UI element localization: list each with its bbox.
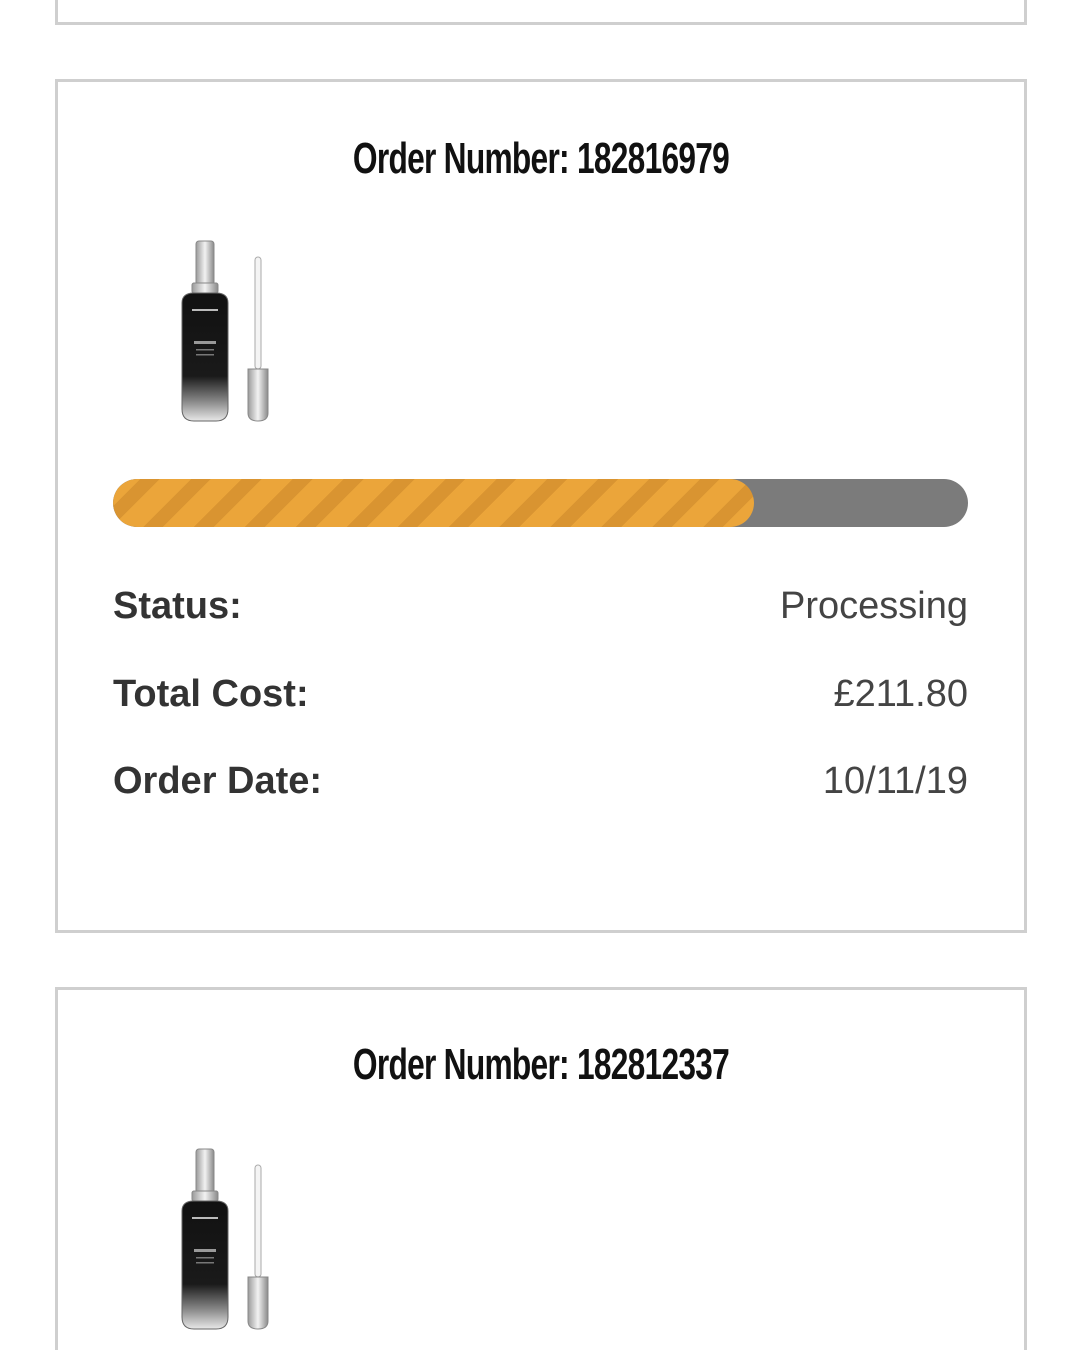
total-cost-row: Total Cost: £211.80 [113, 669, 968, 719]
product-image [168, 239, 278, 429]
order-number-title: Order Number: 182816979 [352, 134, 730, 183]
order-progress-bar [113, 479, 968, 527]
order-date-row: Order Date: 10/11/19 [113, 756, 968, 806]
order-card[interactable]: Order Number: 182816979 Status: Processi… [55, 79, 1027, 933]
status-label: Status: [113, 585, 242, 627]
status-value: Processing [780, 585, 968, 627]
orders-page: Order Number: 182816979 Status: Processi… [0, 0, 1080, 1350]
order-card-next[interactable]: Order Number: 182812337 [55, 987, 1027, 1350]
status-row: Status: Processing [113, 581, 968, 631]
product-image [168, 1147, 278, 1337]
order-progress-fill [113, 479, 755, 527]
total-cost-label: Total Cost: [113, 673, 309, 715]
order-card-previous[interactable] [55, 0, 1027, 25]
order-date-label: Order Date: [113, 760, 323, 802]
order-date-value: 10/11/19 [822, 760, 968, 802]
order-number-title: Order Number: 182812337 [352, 1040, 730, 1089]
serum-bottle-icon [181, 240, 269, 422]
total-cost-value: £211.80 [833, 673, 968, 715]
serum-bottle-icon [181, 1148, 269, 1330]
